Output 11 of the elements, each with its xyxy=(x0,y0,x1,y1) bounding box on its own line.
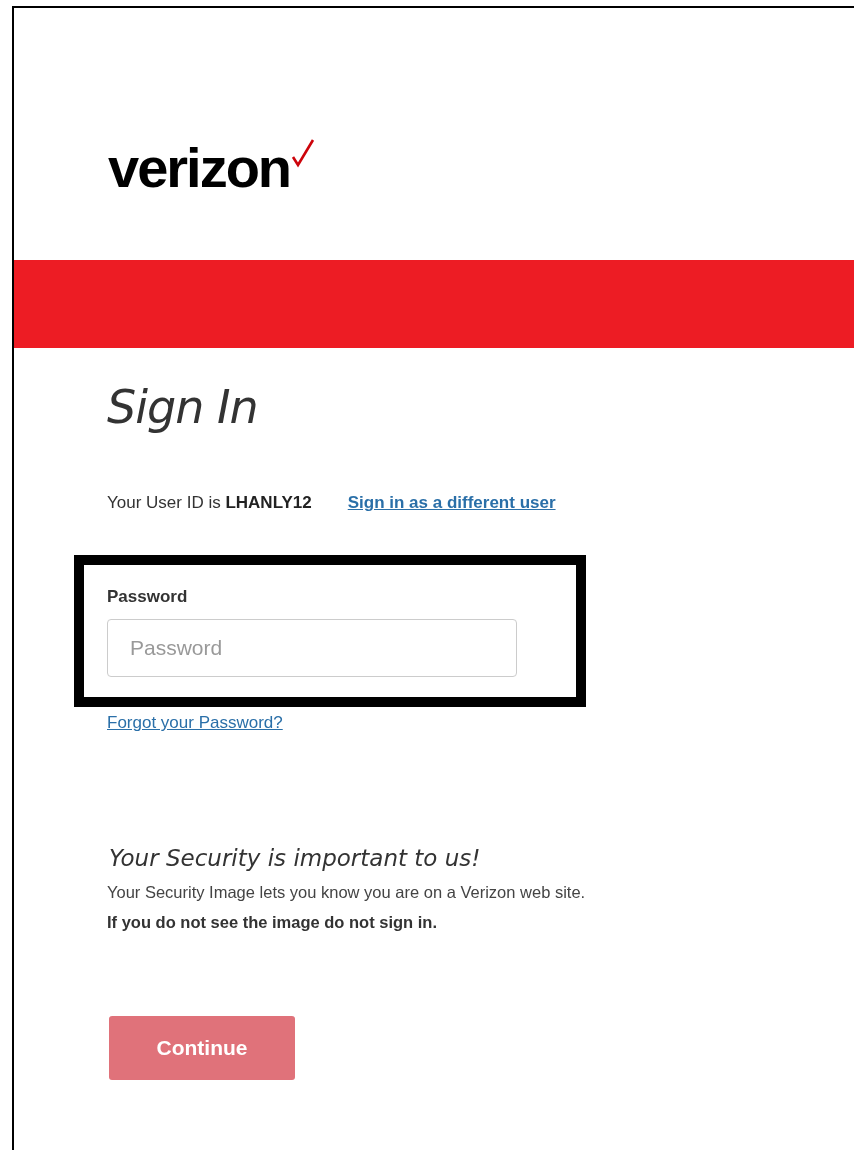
different-user-link[interactable]: Sign in as a different user xyxy=(347,493,556,514)
security-heading: Your Security is important to us! xyxy=(109,845,482,872)
security-warning: If you do not see the image do not sign in. xyxy=(107,913,438,933)
password-field[interactable]: Password xyxy=(107,619,517,678)
checkmark-icon xyxy=(291,138,316,168)
user-id-text: Your User ID is LHANLY12 xyxy=(107,493,312,514)
page-title: Sign In xyxy=(107,380,259,436)
forgot-password-link[interactable]: Forgot your Password? xyxy=(107,713,283,734)
security-text: Your Security Image lets you know you are on a Verizon web site. xyxy=(107,883,587,903)
logo-wordmark: verizon xyxy=(108,140,291,196)
password-label: Password xyxy=(107,587,189,608)
